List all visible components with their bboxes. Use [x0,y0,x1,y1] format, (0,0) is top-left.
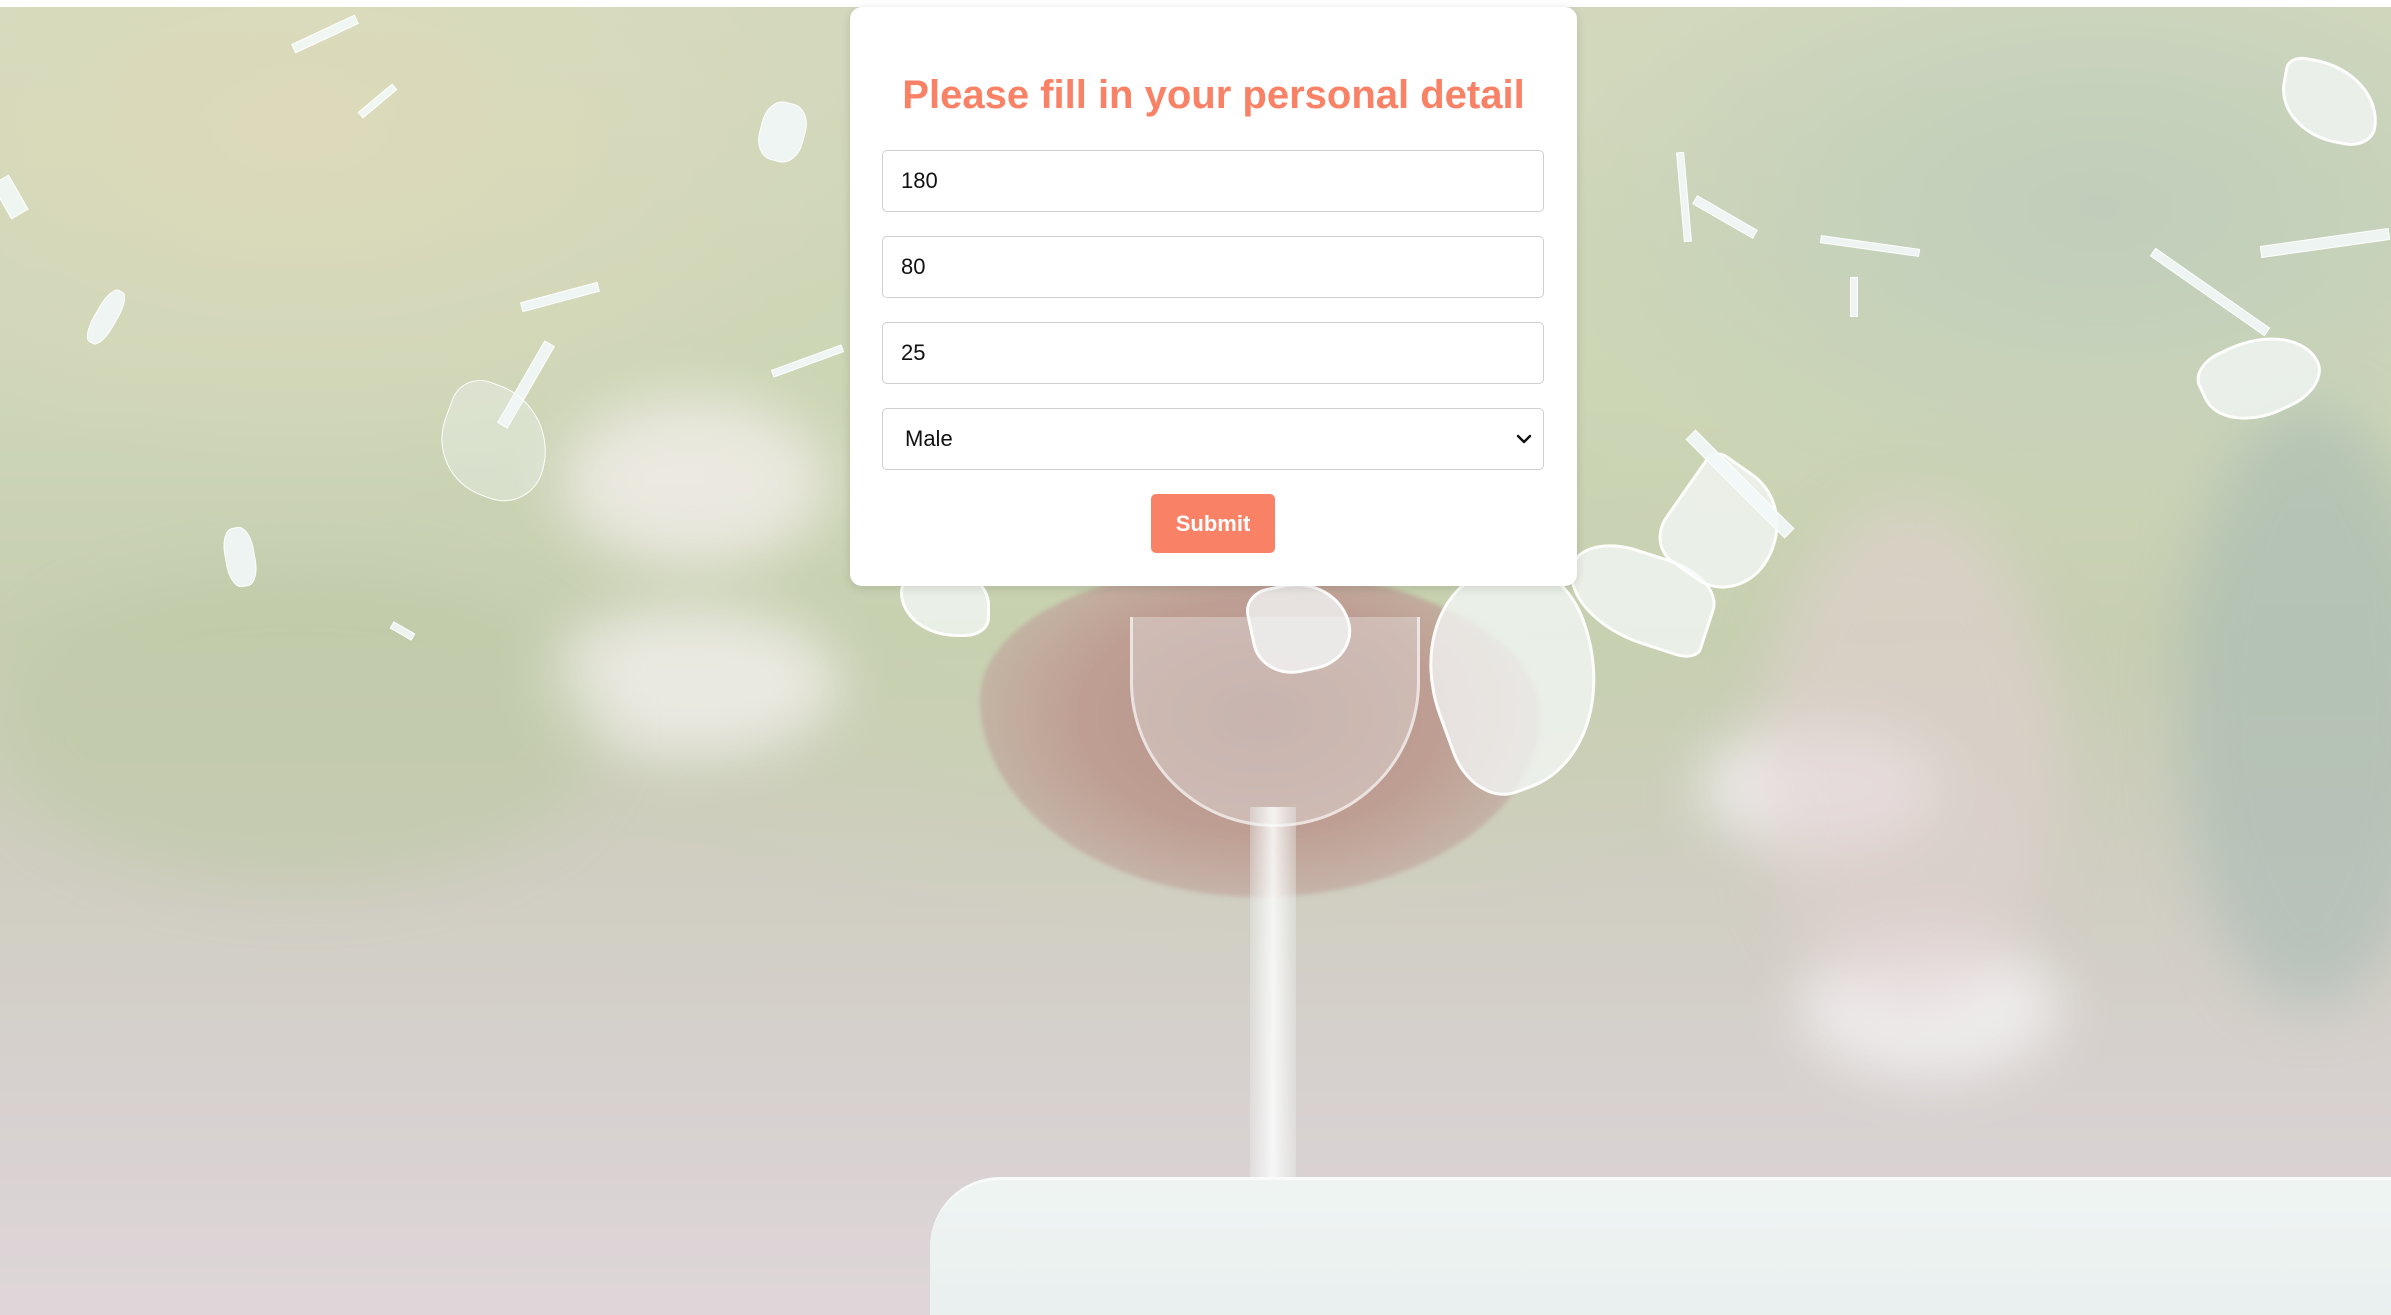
submit-button-label: Submit [1175,510,1251,536]
personal-detail-form: Please fill in your personal detail Male… [850,7,1577,586]
gender-select-value: Male [905,426,953,451]
chevron-down-icon [1516,434,1532,444]
form-title: Please fill in your personal detail [902,73,1525,117]
gender-select[interactable]: Male [882,408,1544,470]
height-input[interactable] [882,150,1544,212]
age-input[interactable] [882,322,1544,384]
submit-button[interactable]: Submit [1151,494,1275,553]
weight-input[interactable] [882,236,1544,298]
